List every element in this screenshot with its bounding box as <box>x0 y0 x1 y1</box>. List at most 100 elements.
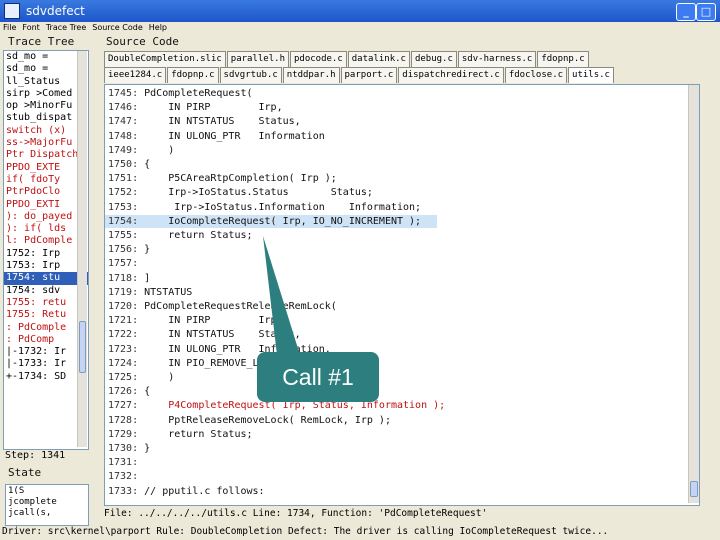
trace-tree-row[interactable]: ll_Status <box>4 76 88 88</box>
code-line: 1723: IN ULONG_PTR Information, <box>105 343 699 356</box>
line-number: 1721: <box>108 315 139 327</box>
trace-tree-row[interactable]: 1755: Retu <box>4 309 88 321</box>
source-file-tab[interactable]: sdvgrtub.c <box>219 67 282 83</box>
trace-tree-row[interactable]: |-1732: Ir <box>4 346 88 358</box>
line-number: 1755: <box>108 230 139 241</box>
trace-tree-row[interactable]: Ptr Dispatch <box>4 149 88 161</box>
trace-tree-row[interactable]: sd_mo = <box>4 51 88 63</box>
menu-file[interactable]: File <box>3 22 16 34</box>
code-line: 1726: { <box>105 385 699 398</box>
code-line: 1729: return Status; <box>105 428 699 441</box>
code-line: 1747: IN NTSTATUS Status, <box>105 115 699 128</box>
trace-tree-row[interactable]: |-1733: Ir <box>4 358 88 370</box>
trace-tree-row[interactable]: 1754: sdv <box>4 285 88 297</box>
window-titlebar: sdvdefect _ □ <box>0 0 720 22</box>
source-file-tab[interactable]: dispatchredirect.c <box>398 67 504 83</box>
line-number: 1730: <box>108 443 139 454</box>
code-line: 1722: IN NTSTATUS Status, <box>105 328 699 341</box>
line-number: 1727: <box>108 400 139 412</box>
menu-font[interactable]: Font <box>22 22 39 34</box>
trace-tree-row[interactable]: sd_mo = <box>4 63 88 75</box>
line-number: 1748: <box>108 130 139 142</box>
trace-tree-row[interactable]: op >MinorFu <box>4 100 88 112</box>
source-file-tab[interactable]: parport.c <box>340 67 398 83</box>
menu-help[interactable]: Help <box>149 22 167 34</box>
code-line: 1725: ) <box>105 371 699 384</box>
window-title: sdvdefect <box>26 4 85 18</box>
code-line: 1746: IN PIRP Irp, <box>105 101 699 114</box>
trace-tree-row[interactable]: +-1734: SD <box>4 371 88 383</box>
code-line: 1745: PdCompleteRequest( <box>105 87 699 100</box>
callout-label: Call #1 <box>257 352 379 402</box>
code-line: 1724: IN PIO_REMOVE_LOCK <box>105 357 699 370</box>
code-text: return Status; <box>138 230 253 241</box>
source-file-tab[interactable]: pdocode.c <box>289 51 347 67</box>
state-label: State <box>8 466 42 479</box>
trace-tree-row[interactable]: ): if( lds <box>4 223 88 235</box>
minimize-button[interactable]: _ <box>676 3 696 21</box>
trace-tree-row[interactable]: 1754: stu <box>4 272 88 285</box>
code-line: 1751: P5CAreaRtpCompletion( Irp ); <box>105 172 699 185</box>
line-number: 1724: <box>108 357 139 369</box>
source-file-tab[interactable]: ieee1284.c <box>104 67 167 83</box>
menu-trace-tree[interactable]: Trace Tree <box>46 22 86 34</box>
trace-tree-row[interactable]: : PdComp <box>4 334 88 346</box>
trace-tree-row[interactable]: switch (x) <box>4 125 88 137</box>
line-number: 1728: <box>108 414 139 426</box>
trace-tree-scrollbar[interactable] <box>77 51 87 447</box>
source-file-tab[interactable]: DoubleCompletion.slic <box>104 51 226 67</box>
source-file-tab[interactable]: utils.c <box>568 67 614 83</box>
line-number: 1753: <box>108 201 139 213</box>
line-number: 1722: <box>108 329 139 341</box>
line-number: 1723: <box>108 343 139 355</box>
code-line: 1748: IN ULONG_PTR Information <box>105 130 699 143</box>
trace-tree-row[interactable]: PtrPdoClo <box>4 186 88 198</box>
trace-tree-row[interactable]: stub_dispat <box>4 112 88 124</box>
source-code-scroll-thumb[interactable] <box>690 481 698 497</box>
trace-tree-row[interactable]: l: PdComple <box>4 235 88 247</box>
trace-tree-row[interactable]: if( fdoTy <box>4 174 88 186</box>
source-code-label: Source Code <box>106 35 179 48</box>
trace-tree-row[interactable]: : PdComple <box>4 322 88 334</box>
trace-tree-row[interactable]: 1753: Irp <box>4 260 88 272</box>
code-text: ) <box>138 372 175 383</box>
trace-tree-label: Trace Tree <box>8 35 75 48</box>
source-file-tab[interactable]: sdv-harness.c <box>457 51 537 67</box>
source-code-view[interactable]: 1745: PdCompleteRequest(1746: IN PIRP Ir… <box>104 84 700 506</box>
code-line: 1755: return Status; <box>105 229 699 242</box>
code-text: IN PIRP Irp, <box>138 102 283 114</box>
source-file-tab[interactable]: debug.c <box>410 51 457 67</box>
menu-source-code[interactable]: Source Code <box>92 22 143 34</box>
source-file-tab[interactable]: fdopnp.c <box>537 51 589 67</box>
code-text: IoCompleteRequest( Irp, IO_NO_INCREMENT … <box>138 215 422 227</box>
code-line: 1728: PptReleaseRemoveLock( RemLock, Irp… <box>105 414 699 427</box>
code-text: Irp->IoStatus.Information Information; <box>138 201 422 213</box>
trace-tree-row[interactable]: ss->MajorFu <box>4 137 88 149</box>
line-number: 1725: <box>108 372 139 383</box>
source-file-tab[interactable]: datalink.c <box>347 51 410 67</box>
line-number: 1754: <box>108 215 139 227</box>
code-text: } <box>138 443 151 454</box>
line-number: 1747: <box>108 116 139 128</box>
code-text: ) <box>138 144 175 156</box>
trace-tree-row[interactable]: ): do_payed <box>4 211 88 223</box>
source-file-tab[interactable]: fdoclose.c <box>504 67 568 83</box>
code-text: ] <box>138 272 151 284</box>
trace-tree-row[interactable]: 1752: Irp <box>4 248 88 260</box>
source-file-tab[interactable]: fdopnp.c <box>167 67 219 83</box>
code-text: NTSTATUS <box>138 286 193 298</box>
code-text: PptReleaseRemoveLock( RemLock, Irp ); <box>138 414 391 426</box>
source-file-tab[interactable]: ntddpar.h <box>282 67 340 83</box>
trace-tree-scroll-thumb[interactable] <box>79 321 86 373</box>
line-number: 1749: <box>108 144 139 156</box>
maximize-button[interactable]: □ <box>696 3 716 21</box>
line-number: 1745: <box>108 88 139 99</box>
trace-tree-row[interactable]: PPDO_EXTE <box>4 162 88 174</box>
trace-tree-row[interactable]: 1755: retu <box>4 297 88 309</box>
trace-tree-row[interactable]: sirp >Comed <box>4 88 88 100</box>
source-code-scrollbar[interactable] <box>688 85 699 503</box>
code-text: } <box>138 244 151 256</box>
line-number: 1750: <box>108 159 139 170</box>
trace-tree-row[interactable]: PPDO_EXTI <box>4 199 88 211</box>
source-file-tab[interactable]: parallel.h <box>226 51 289 67</box>
